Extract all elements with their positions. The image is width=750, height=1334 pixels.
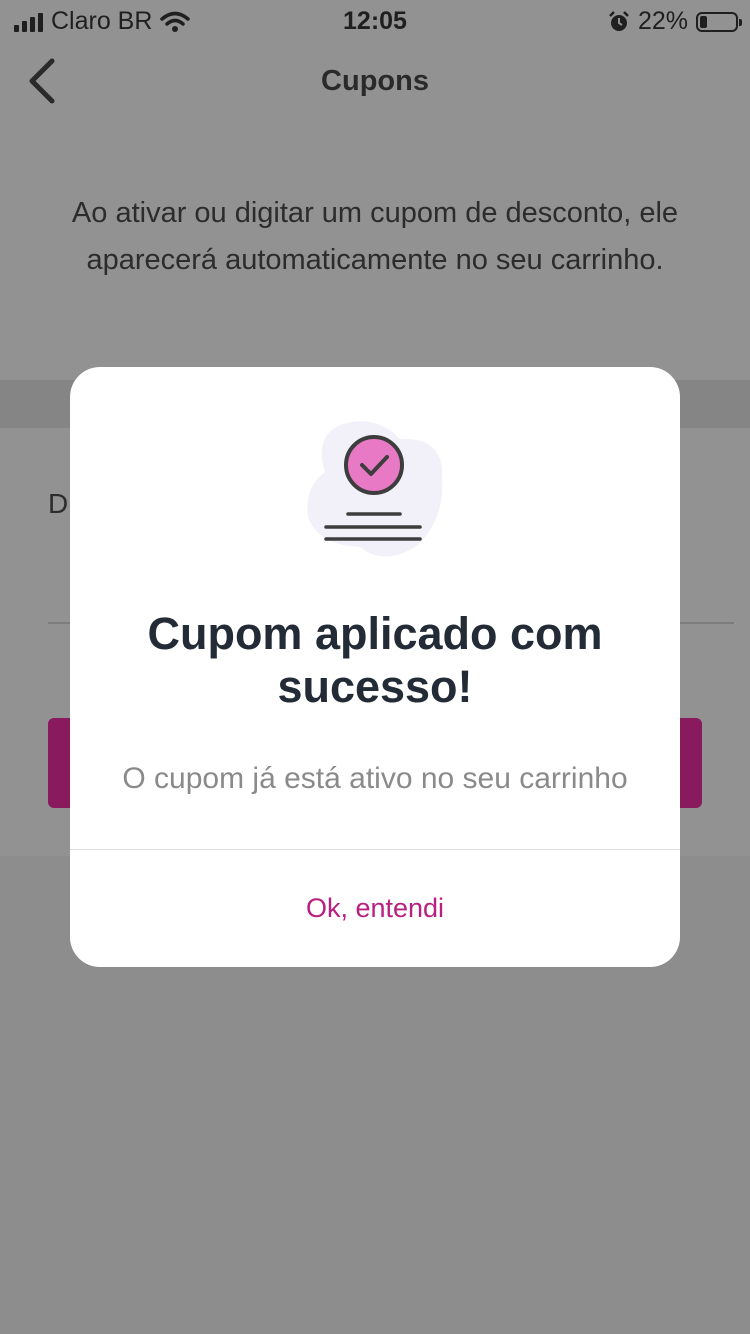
status-bar: Claro BR 12:05 22%: [0, 0, 750, 40]
battery-icon: [696, 11, 742, 32]
dialog-message: O cupom já está ativo no seu carrinho: [122, 762, 628, 795]
battery-fill: [700, 15, 707, 28]
page-title: Cupons: [321, 65, 429, 97]
status-right: 22%: [608, 7, 742, 36]
alarm-icon: [609, 10, 629, 31]
success-dialog: Cupom aplicado com sucesso! O cupom já e…: [70, 367, 680, 967]
nav-bar: Cupons: [0, 45, 750, 117]
battery-percent: 22%: [637, 7, 688, 35]
ok-button[interactable]: Ok, entendi: [70, 850, 680, 967]
coupon-field-label: D: [48, 488, 69, 519]
coupon-check-icon: [307, 421, 443, 557]
dialog-title: Cupom aplicado com sucesso!: [147, 608, 603, 712]
intro-text: Ao ativar ou digitar um cupom de descont…: [71, 197, 679, 276]
